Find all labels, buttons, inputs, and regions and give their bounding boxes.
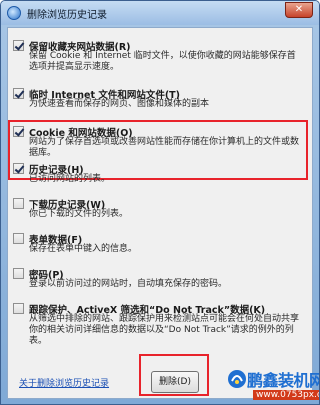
delete-history-dialog: 删除浏览历史记录 ✕ 保留收藏夹网站数据(R) 保留 Cookie 和 Inte… bbox=[0, 0, 320, 405]
option-desc: 为快速查看而保存的网页、图像和媒体的副本 bbox=[29, 99, 210, 109]
highlight-box-delete bbox=[139, 354, 209, 396]
option-desc: 已访问网站的列表。 bbox=[29, 174, 111, 184]
checkbox-passwords[interactable] bbox=[13, 268, 24, 279]
watermark-title: 鹏鑫装机网 bbox=[247, 371, 320, 390]
watermark-logo-icon bbox=[228, 370, 246, 388]
checkbox-history[interactable] bbox=[13, 163, 24, 174]
title-bar: 删除浏览历史记录 ✕ bbox=[1, 1, 319, 25]
option-desc: 从筛选中排除的网站、跟踪保护用来检测站点可能会在何处自动共享你的相关访问详细信息… bbox=[29, 314, 300, 346]
checkbox-form-data[interactable] bbox=[13, 233, 24, 244]
checkbox-temp-files[interactable] bbox=[13, 88, 24, 99]
option-desc: 保存在表单中键入的信息。 bbox=[29, 244, 138, 254]
option-desc: 保留 Cookie 和 Internet 临时文件，以使你收藏的网站能够保存首选… bbox=[29, 51, 296, 72]
watermark-url: www.0753px.com bbox=[253, 390, 319, 400]
checkbox-download-history[interactable] bbox=[13, 198, 24, 209]
window-title: 删除浏览历史记录 bbox=[27, 10, 107, 21]
ie-icon bbox=[7, 6, 21, 20]
checkbox-preserve-favorites[interactable] bbox=[13, 40, 24, 51]
watermark: 鹏鑫装机网 www.0753px.com bbox=[227, 367, 320, 404]
option-desc: 你已下载的文件的列表。 bbox=[29, 209, 129, 219]
checkbox-tracking-protection[interactable] bbox=[13, 303, 24, 314]
option-desc: 登录以前访问过的网站时，自动填充保存的密码。 bbox=[29, 279, 228, 289]
about-delete-history-link[interactable]: 关于删除浏览历史记录 bbox=[19, 376, 109, 389]
close-button[interactable]: ✕ bbox=[285, 2, 313, 18]
